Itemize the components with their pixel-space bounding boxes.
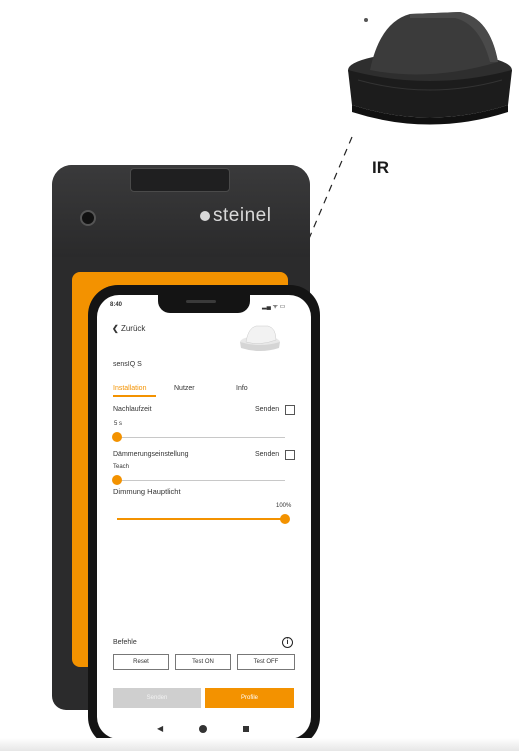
remote-clip	[130, 168, 230, 192]
dimmung-value: 100%	[276, 503, 292, 509]
remote-ir-window	[80, 210, 96, 226]
daemmerung-value: Teach	[113, 464, 130, 470]
send-button[interactable]: Senden	[113, 688, 201, 708]
nachlaufzeit-slider-track[interactable]	[117, 437, 285, 438]
nachlaufzeit-send-label: Senden	[255, 406, 280, 413]
test-on-button[interactable]: Test ON	[175, 654, 231, 670]
tab-info[interactable]: Info	[236, 385, 248, 392]
tab-nutzer[interactable]: Nutzer	[174, 385, 195, 392]
device-thumbnail-icon	[240, 325, 280, 351]
dimmung-slider-thumb[interactable]	[280, 514, 290, 524]
info-icon[interactable]: i	[282, 637, 293, 648]
tab-installation[interactable]: Installation	[113, 385, 146, 392]
daemmerung-slider-track[interactable]	[117, 480, 285, 481]
status-time: 8:40	[110, 302, 123, 308]
ir-beam-line	[307, 136, 353, 242]
active-tab-indicator	[113, 395, 156, 397]
motion-sensor-image	[348, 12, 512, 125]
daemmerung-label: Dämmerungseinstellung	[113, 451, 189, 458]
phone-notch	[158, 295, 250, 313]
nachlaufzeit-slider-thumb[interactable]	[112, 432, 122, 442]
bottom-shadow	[0, 738, 519, 751]
daemmerung-send-label: Senden	[255, 451, 280, 458]
commands-title: Befehle	[113, 639, 137, 646]
nachlaufzeit-label: Nachlaufzeit	[113, 406, 152, 413]
back-label: Zurück	[120, 324, 146, 333]
nav-recents-icon[interactable]	[243, 726, 249, 732]
daemmerung-send-checkbox[interactable]	[285, 450, 295, 460]
nav-back-icon[interactable]: ◀	[157, 724, 163, 733]
dimmung-label: Dimmung Hauptlicht	[113, 487, 181, 496]
ir-label: IR	[372, 158, 389, 177]
steinel-logo: steinel	[200, 205, 271, 227]
device-name: sensIQ S	[113, 361, 142, 368]
dimmung-slider-fill	[117, 518, 285, 520]
nav-home-icon[interactable]	[199, 725, 207, 733]
status-icons: ▂▄ ᯤ ▭	[262, 304, 286, 310]
brand-text: steinel	[213, 205, 272, 226]
test-off-button[interactable]: Test OFF	[237, 654, 295, 670]
phone-speaker	[186, 300, 216, 303]
daemmerung-slider-thumb[interactable]	[112, 475, 122, 485]
back-link[interactable]: ❮ Zurück	[112, 324, 145, 333]
nachlaufzeit-value: 5 s	[114, 421, 123, 427]
nachlaufzeit-send-checkbox[interactable]	[285, 405, 295, 415]
chevron-left-icon: ❮	[112, 324, 121, 333]
profile-button[interactable]: Profile	[205, 688, 294, 708]
reset-button[interactable]: Reset	[113, 654, 169, 670]
